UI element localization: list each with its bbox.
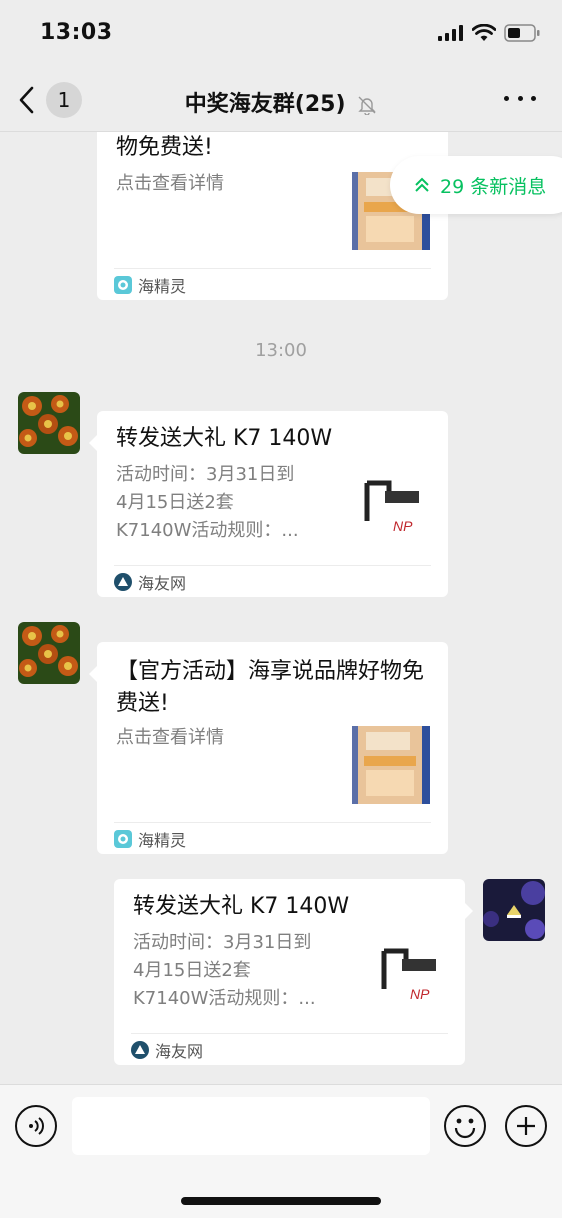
wifi-icon bbox=[472, 24, 496, 41]
more-dot bbox=[517, 95, 523, 101]
plus-icon bbox=[517, 1117, 535, 1135]
new-messages-label: 29 条新消息 bbox=[440, 175, 547, 198]
card-description: 点击查看详情 bbox=[116, 727, 224, 748]
card-title: 转发送大礼 K7 140W bbox=[116, 426, 333, 451]
hai-jingling-icon bbox=[114, 829, 132, 848]
nav-bar: 1 中奖海友群(25) bbox=[0, 66, 562, 132]
emoji-button[interactable] bbox=[444, 1105, 486, 1147]
link-card-message[interactable]: 物免费送! 点击查看详情 海精灵 bbox=[97, 132, 448, 300]
signal-icon bbox=[438, 25, 463, 41]
card-source: 海友网 bbox=[155, 1041, 204, 1061]
status-icons bbox=[438, 24, 540, 42]
card-thumbnail: NP bbox=[359, 473, 437, 551]
card-source: 海精灵 bbox=[138, 276, 187, 296]
card-source: 海精灵 bbox=[138, 830, 187, 850]
card-title: 【官方活动】海享说品牌好物免费送! bbox=[116, 659, 425, 716]
svg-text:NP: NP bbox=[410, 986, 430, 1002]
card-title: 转发送大礼 K7 140W bbox=[133, 894, 350, 919]
card-footer: 海精灵 bbox=[114, 268, 431, 300]
card-description: 活动时间：3月31日到 4月15日送2套 K7140W活动规则：... bbox=[133, 932, 316, 1009]
card-title: 物免费送! bbox=[116, 135, 213, 160]
voice-button[interactable] bbox=[15, 1105, 57, 1147]
more-button[interactable] bbox=[504, 88, 536, 108]
avatar[interactable] bbox=[18, 392, 80, 454]
card-footer: 海友网 bbox=[131, 1033, 448, 1065]
card-footer: 海友网 bbox=[114, 565, 431, 597]
status-bar: 13:03 bbox=[0, 0, 562, 66]
mute-bell-icon bbox=[358, 96, 376, 115]
message-input[interactable] bbox=[72, 1097, 430, 1155]
bubble-tail bbox=[89, 435, 97, 451]
my-avatar[interactable] bbox=[483, 879, 545, 941]
chat-title-row: 中奖海友群(25) bbox=[0, 86, 562, 118]
svg-text:NP: NP bbox=[393, 518, 413, 534]
voice-icon bbox=[29, 1117, 44, 1135]
bubble-tail bbox=[465, 903, 473, 919]
hai-jingling-icon bbox=[114, 275, 132, 294]
card-description: 活动时间：3月31日到 4月15日送2套 K7140W活动规则：... bbox=[116, 464, 299, 541]
link-card-message[interactable]: 转发送大礼 K7 140W 活动时间：3月31日到 4月15日送2套 K7140… bbox=[114, 879, 473, 1065]
more-dot bbox=[531, 95, 536, 101]
avatar[interactable] bbox=[18, 622, 80, 684]
link-card-message[interactable]: 转发送大礼 K7 140W 活动时间：3月31日到 4月15日送2套 K7140… bbox=[89, 411, 448, 597]
bubble-tail bbox=[89, 666, 97, 682]
haiyouwang-icon bbox=[114, 572, 132, 591]
chat-title: 中奖海友群(25) bbox=[184, 92, 346, 117]
card-footer: 海精灵 bbox=[114, 822, 431, 854]
home-indicator[interactable] bbox=[181, 1197, 381, 1205]
card-thumbnail bbox=[352, 726, 430, 804]
emoji-icon bbox=[454, 1118, 476, 1139]
card-thumbnail: NP bbox=[376, 941, 454, 1019]
card-source: 海友网 bbox=[138, 573, 187, 593]
timestamp: 13:00 bbox=[255, 340, 307, 361]
link-card-message[interactable]: 【官方活动】海享说品牌好物免费送! 点击查看详情 海精灵 bbox=[89, 642, 448, 854]
plus-button[interactable] bbox=[505, 1105, 547, 1147]
status-time: 13:03 bbox=[40, 20, 113, 45]
card-description: 点击查看详情 bbox=[116, 173, 224, 194]
more-dot bbox=[504, 95, 509, 101]
double-chevron-up-icon bbox=[415, 177, 429, 192]
haiyouwang-icon bbox=[131, 1040, 149, 1059]
battery-icon bbox=[504, 24, 540, 42]
new-messages-button[interactable]: 29 条新消息 bbox=[390, 156, 562, 214]
chat-list[interactable]: 物免费送! 点击查看详情 海精灵 13:00 转发送大礼 K7 140W 活动时… bbox=[0, 132, 562, 1084]
